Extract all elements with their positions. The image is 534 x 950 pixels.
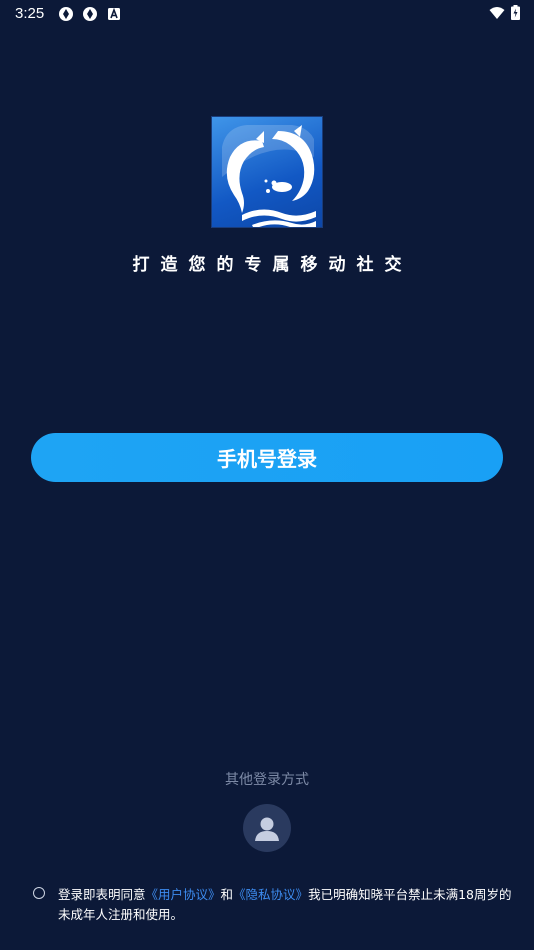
agreement-text: 登录即表明同意《用户协议》和《隐私协议》我已明确知晓平台禁止未满18周岁的未成年… — [58, 885, 518, 925]
system-icons — [489, 5, 520, 20]
user-avatar-button[interactable] — [243, 804, 291, 852]
status-time: 3:25 — [15, 5, 45, 22]
notification-icons — [58, 6, 122, 22]
phone-login-button[interactable]: 手机号登录 — [31, 433, 503, 482]
agreement-prefix: 登录即表明同意 — [58, 887, 146, 902]
a-letter-icon — [108, 7, 120, 20]
dolphin-logo-icon — [222, 125, 316, 227]
agree-checkbox[interactable] — [33, 887, 45, 899]
user-agreement-link[interactable]: 《用户协议》 — [146, 887, 221, 902]
app-logo — [211, 116, 323, 228]
user-avatar-icon — [255, 817, 279, 841]
agreement-and: 和 — [220, 887, 234, 902]
wifi-icon — [489, 6, 505, 19]
aperture-icon — [83, 7, 97, 21]
status-bar: 3:25 — [0, 0, 534, 28]
other-login-label: 其他登录方式 — [225, 772, 309, 788]
aperture-icon — [59, 7, 73, 21]
battery-charging-icon — [511, 5, 520, 20]
privacy-agreement-link[interactable]: 《隐私协议》 — [233, 887, 308, 902]
tagline: 打造您的专属移动社交 — [132, 255, 413, 275]
